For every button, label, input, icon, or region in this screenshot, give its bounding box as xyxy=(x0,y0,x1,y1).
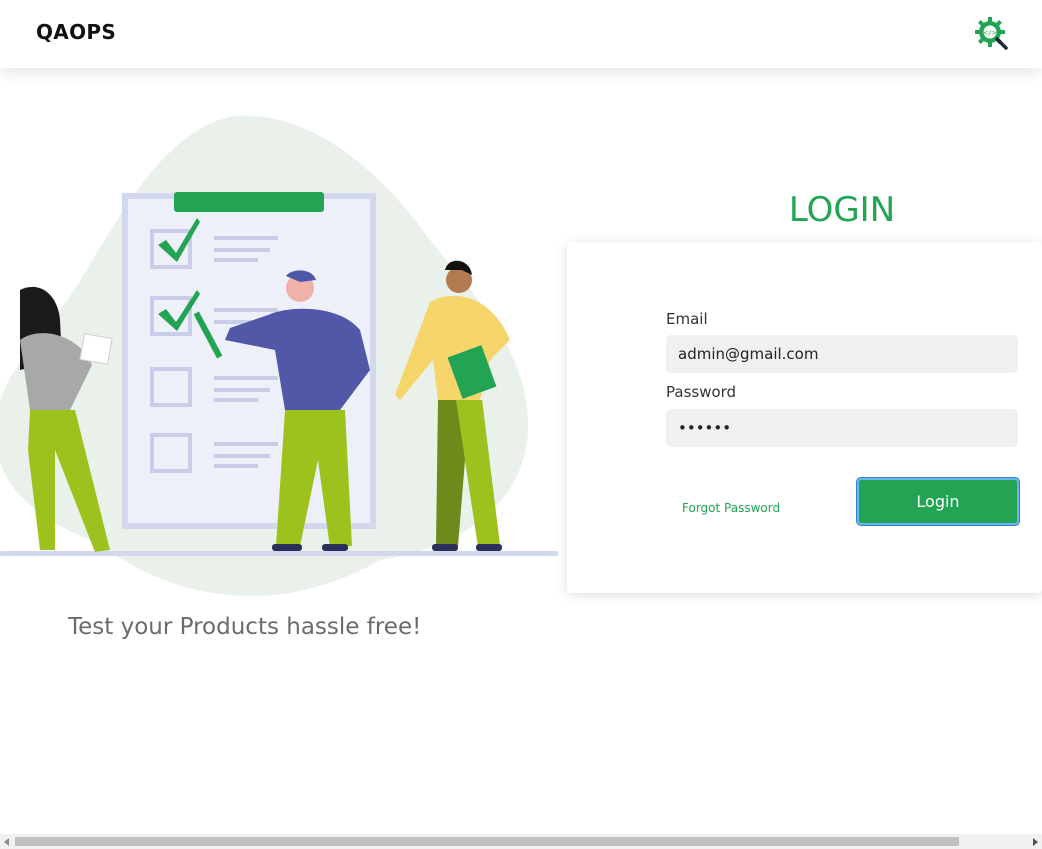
svg-text:</>: </> xyxy=(984,29,997,37)
login-button[interactable]: Login xyxy=(857,478,1019,525)
forgot-password-link[interactable]: Forgot Password xyxy=(682,501,780,515)
password-field[interactable] xyxy=(666,409,1018,447)
email-field[interactable] xyxy=(666,335,1018,373)
brand-title[interactable]: QAOPS xyxy=(36,20,116,44)
scroll-left-arrow-icon[interactable] xyxy=(2,837,12,847)
hero-tagline: Test your Products hassle free! xyxy=(68,614,422,640)
password-label: Password xyxy=(666,383,737,401)
horizontal-scrollbar[interactable] xyxy=(0,834,1042,849)
gear-code-search-icon[interactable]: </> xyxy=(975,16,1009,50)
email-label: Email xyxy=(666,310,708,328)
scrollbar-thumb[interactable] xyxy=(15,837,959,846)
login-page: QAOPS </> Test your Products hassle free… xyxy=(0,0,1042,849)
scroll-right-arrow-icon[interactable] xyxy=(1030,837,1040,847)
top-header: QAOPS </> xyxy=(0,0,1042,68)
checklist-team-illustration xyxy=(0,115,558,597)
login-title: LOGIN xyxy=(788,190,896,230)
